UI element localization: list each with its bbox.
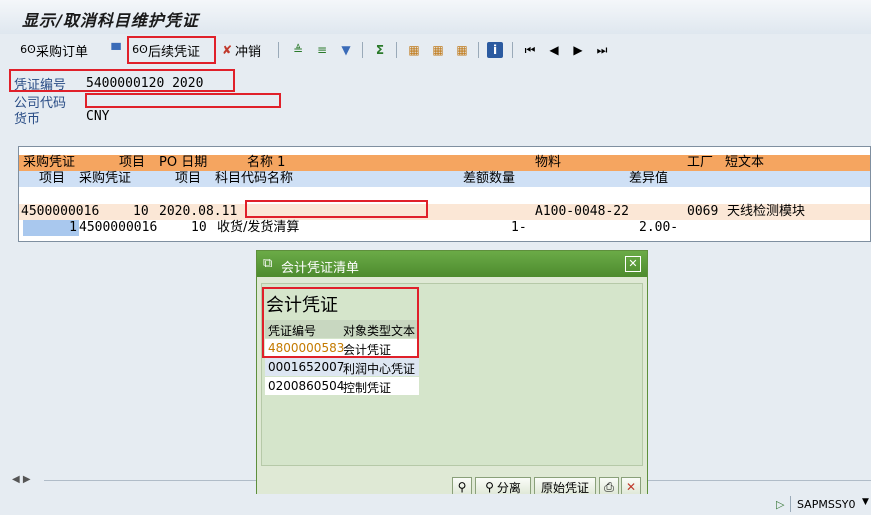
last-page-icon[interactable]: ⏭: [594, 40, 610, 60]
col-po-date: PO 日期: [159, 155, 208, 170]
subcol-account-name: 科目代码名称: [215, 171, 294, 186]
dialog-title-bar: ⧉ 会计凭证清单 ✕: [257, 251, 647, 277]
close-icon[interactable]: ✕: [625, 256, 641, 272]
status-play-icon[interactable]: ▷: [776, 498, 784, 511]
name-redaction: [245, 200, 428, 218]
col-item: 项目: [119, 155, 146, 170]
currency-value: CNY: [86, 109, 110, 124]
currency-label: 货币: [14, 112, 41, 127]
filter-icon[interactable]: ▼: [338, 40, 354, 60]
row1-po: 4500000016: [21, 204, 100, 219]
purchase-order-label: 采购订单: [36, 44, 89, 60]
row2-po: 4500000016: [79, 220, 158, 235]
row1-plant: 0069: [687, 204, 719, 219]
status-bar: ▷ SAPMSSY0 ▼: [0, 494, 871, 515]
col-po: 采购凭证: [23, 155, 76, 170]
dialog-title: 会计凭证清单: [281, 261, 360, 276]
horizontal-scroll[interactable]: ◀ ▶: [12, 474, 31, 485]
program-name: SAPMSSY0: [797, 498, 856, 511]
dialog-content: 会计凭证 凭证编号 对象类型文本 4800000583 会计凭证 0001652…: [261, 283, 643, 466]
doc-number: 0200860504: [268, 379, 345, 393]
change-layout-icon[interactable]: ▦: [430, 40, 446, 60]
info-icon[interactable]: i: [487, 40, 503, 60]
row2-qty: 1-: [511, 220, 527, 235]
row2-po-item: 10: [191, 220, 207, 235]
row2-value: 2.00-: [639, 220, 679, 235]
next-page-icon[interactable]: ▶: [570, 40, 586, 60]
row2-item: 1: [23, 220, 79, 236]
col-plant: 工厂: [687, 155, 714, 170]
company-code-redaction: [85, 93, 281, 108]
subcol-item: 项目: [39, 171, 66, 186]
document-table: 采购凭证 项目 PO 日期 名称 1 物料 工厂 短文本 项目 采购凭证 项目 …: [18, 146, 871, 242]
original-doc-label: 原始凭证: [540, 480, 589, 495]
table-subheader-row: 项目 采购凭证 项目 科目代码名称 差额数量 差异值: [19, 171, 870, 187]
previous-page-icon[interactable]: ◀: [546, 40, 562, 60]
list-item[interactable]: 0200860504 控制凭证: [265, 377, 419, 395]
layout-icon[interactable]: ▦: [406, 40, 422, 60]
subcol-value-diff: 差异值: [629, 171, 669, 186]
sort-desc-icon[interactable]: ≡: [314, 40, 330, 60]
reverse-label: 冲销: [235, 44, 262, 60]
row1-short-text: 天线检测模块: [727, 204, 806, 219]
glasses-icon: 6ʘ: [20, 43, 36, 56]
col-material: 物料: [535, 155, 562, 170]
reverse-button[interactable]: ✘ 冲销: [219, 40, 261, 60]
accounting-doc-highlight: [262, 287, 419, 358]
table-header-row: 采购凭证 项目 PO 日期 名称 1 物料 工厂 短文本: [19, 155, 870, 171]
page-title: 显示/取消科目维护凭证: [22, 11, 199, 30]
sum-icon[interactable]: Σ: [372, 40, 388, 60]
object-type: 控制凭证: [343, 381, 392, 395]
doc-number-highlight: [9, 69, 235, 92]
split-icon: ⚲: [485, 480, 494, 494]
subcol-po-item: 项目: [175, 171, 202, 186]
stamp-icon[interactable]: ▀: [108, 40, 124, 60]
search-icon: ⚲: [457, 480, 467, 494]
object-type: 利润中心凭证: [343, 362, 416, 376]
subcol-qty-diff: 差额数量: [463, 171, 516, 186]
sort-asc-icon[interactable]: ≜: [290, 40, 306, 60]
status-dropdown-icon[interactable]: ▼: [862, 497, 869, 507]
first-page-icon[interactable]: ⏮: [522, 40, 538, 60]
purchase-order-button[interactable]: 6ʘ 采购订单: [20, 40, 88, 60]
list-item[interactable]: 0001652007 利润中心凭证: [265, 358, 419, 376]
save-layout-icon[interactable]: ▦: [454, 40, 470, 60]
table-row[interactable]: 1 4500000016 10 收货/发货清算 1- 2.00-: [19, 220, 870, 236]
row1-item: 10: [133, 204, 149, 219]
subcol-po: 采购凭证: [79, 171, 132, 186]
row2-account-name: 收货/发货清算: [217, 220, 300, 235]
row1-material: A100-0048-22: [535, 204, 629, 219]
reverse-icon: ✘: [221, 43, 233, 57]
followup-highlight: [127, 36, 216, 64]
split-label: 分离: [496, 480, 521, 495]
row1-date: 2020.08.11: [159, 204, 238, 219]
doc-number: 0001652007: [268, 360, 345, 374]
col-name1: 名称 1: [247, 155, 286, 170]
dialog-icon: ⧉: [263, 256, 273, 271]
title-bar: 显示/取消科目维护凭证: [0, 0, 871, 34]
col-short-text: 短文本: [725, 155, 765, 170]
accounting-docs-dialog: ⧉ 会计凭证清单 ✕ 会计凭证 凭证编号 对象类型文本 4800000583 会…: [256, 250, 648, 502]
table-row[interactable]: 4500000016 10 2020.08.11 A100-0048-22 00…: [19, 204, 870, 220]
